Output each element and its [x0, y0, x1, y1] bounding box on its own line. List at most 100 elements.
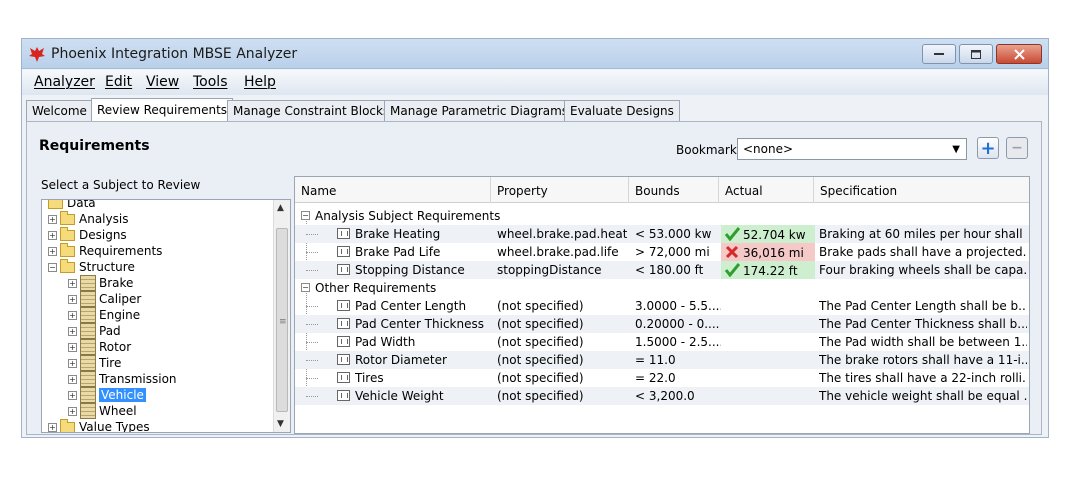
table-row[interactable]: Pad Width (not specified) 1.5000 - 2.5....…: [295, 333, 1029, 351]
menu-view[interactable]: View: [146, 74, 179, 90]
expand-icon[interactable]: +: [48, 214, 57, 224]
tree-connector: [306, 234, 318, 235]
minus-icon: −: [1011, 140, 1023, 156]
review-requirements-panel: Requirements Bookmark <none> ▼ + − Selec…: [26, 121, 1042, 435]
table-row[interactable]: Tires (not specified) = 22.0 The tires shal…: [295, 369, 1029, 387]
tree-item-data[interactable]: Data: [48, 200, 96, 211]
tab-welcome[interactable]: Welcome: [26, 100, 93, 122]
table-row[interactable]: Vehicle Weight (not specified) < 3,200.0 Th…: [295, 387, 1029, 405]
scroll-up-icon[interactable]: ▲: [277, 203, 284, 213]
expand-icon[interactable]: +: [68, 406, 77, 416]
table-row[interactable]: Brake Pad Life wheel.brake.pad.life > 72,0…: [295, 243, 1029, 261]
expand-icon[interactable]: +: [68, 278, 77, 288]
collapse-icon[interactable]: −: [301, 211, 310, 220]
table-row[interactable]: Pad Center Length (not specified) 3.0000 -…: [295, 297, 1029, 315]
cell-actual: 36,016 mi: [721, 243, 815, 261]
bookmark-select[interactable]: <none> ▼: [737, 138, 967, 160]
bookmark-select-value: <none>: [743, 142, 794, 156]
title-bar[interactable]: Phoenix Integration MBSE Analyzer: [22, 39, 1048, 69]
table-row[interactable]: Stopping Distance stoppingDistance < 180.0…: [295, 261, 1029, 279]
table-group-label: Other Requirements: [315, 281, 437, 295]
menu-analyzer[interactable]: Analyzer: [34, 74, 95, 90]
menu-bar: Analyzer Edit View Tools Help: [22, 70, 1048, 95]
add-bookmark-button[interactable]: +: [977, 137, 999, 159]
check-icon: [724, 263, 741, 278]
scroll-thumb[interactable]: ≡: [276, 228, 288, 412]
tab-evaluate-designs[interactable]: Evaluate Designs: [564, 100, 680, 122]
column-actual[interactable]: Actual: [719, 177, 814, 203]
tree-scrollbar[interactable]: ▲ ≡ ▼: [273, 200, 290, 432]
menu-edit[interactable]: Edit: [105, 74, 132, 90]
tree-item-tire[interactable]: + Tire: [68, 355, 121, 371]
tab-manage-constraint-blocks[interactable]: Manage Constraint Blocks: [227, 100, 396, 122]
requirement-icon: [337, 354, 350, 365]
app-window: Phoenix Integration MBSE Analyzer Analyz…: [21, 38, 1049, 438]
expand-icon[interactable]: +: [68, 390, 77, 400]
tree-item-designs[interactable]: + Designs: [48, 226, 127, 243]
remove-bookmark-button[interactable]: −: [1006, 137, 1028, 159]
requirements-table[interactable]: Name Property Bounds Actual Specificatio…: [294, 176, 1030, 434]
table-group-row[interactable]: − Analysis Subject Requirements: [295, 207, 1029, 225]
table-row[interactable]: Rotor Diameter (not specified) = 11.0 The b…: [295, 351, 1029, 369]
expand-icon[interactable]: +: [68, 294, 77, 304]
table-row[interactable]: Brake Heating wheel.brake.pad.heat < 53.00…: [295, 225, 1029, 243]
minimize-button[interactable]: [922, 44, 956, 64]
cell-property: (not specified): [497, 371, 584, 385]
expand-icon[interactable]: +: [68, 326, 77, 336]
tree-connector: [306, 342, 318, 343]
menu-help[interactable]: Help: [244, 74, 276, 90]
tree-item-label: Engine: [99, 308, 141, 322]
tab-review-requirements[interactable]: Review Requirements: [91, 98, 234, 123]
requirement-name: Pad Center Length: [355, 299, 467, 313]
menu-tools[interactable]: Tools: [193, 74, 228, 90]
column-bounds[interactable]: Bounds: [629, 177, 719, 203]
column-property[interactable]: Property: [491, 177, 629, 203]
tree-item-wheel[interactable]: + Wheel: [68, 403, 137, 419]
block-icon: [80, 371, 96, 387]
close-button[interactable]: [996, 44, 1042, 64]
collapse-icon[interactable]: −: [48, 262, 57, 272]
grip-icon: ≡: [279, 317, 287, 327]
tree-item-structure[interactable]: − Structure: [48, 258, 135, 275]
tree-item-caliper[interactable]: + Caliper: [68, 291, 141, 307]
tree-item-value-types[interactable]: + Value Types: [48, 418, 150, 432]
column-specification[interactable]: Specification: [814, 177, 1029, 203]
tree-item-vehicle[interactable]: + Vehicle: [68, 387, 146, 403]
expand-icon[interactable]: +: [48, 422, 57, 432]
cell-property: (not specified): [497, 335, 584, 349]
subject-tree[interactable]: Data + Analysis + Designs + Requirements − Struc…: [41, 199, 291, 433]
expand-icon[interactable]: +: [68, 310, 77, 320]
tree-item-analysis[interactable]: + Analysis: [48, 210, 128, 227]
tree-item-requirements[interactable]: + Requirements: [48, 242, 162, 259]
requirement-icon: [337, 246, 350, 257]
actual-value: 36,016 mi: [743, 246, 804, 260]
requirement-icon: [337, 228, 350, 239]
maximize-button[interactable]: [959, 44, 993, 64]
tree-item-label: Transmission: [99, 372, 177, 386]
cell-name: Brake Heating: [337, 227, 487, 241]
tree-item-pad[interactable]: + Pad: [68, 323, 121, 339]
requirement-icon: [337, 264, 350, 275]
table-group-row[interactable]: − Other Requirements: [295, 279, 1029, 297]
cell-name: Vehicle Weight: [337, 389, 487, 403]
collapse-icon[interactable]: −: [301, 283, 310, 292]
cell-specification: The brake rotors shall have a 11-i...: [819, 353, 1027, 367]
scroll-down-icon[interactable]: ▼: [277, 419, 284, 429]
expand-icon[interactable]: +: [68, 374, 77, 384]
requirement-name: Tires: [355, 371, 384, 385]
tree-item-brake[interactable]: + Brake: [68, 275, 133, 291]
column-name[interactable]: Name: [295, 177, 491, 203]
tree-item-rotor[interactable]: + Rotor: [68, 339, 131, 355]
expand-icon[interactable]: +: [68, 342, 77, 352]
tab-manage-parametric-diagrams[interactable]: Manage Parametric Diagrams: [384, 100, 575, 122]
requirements-heading: Requirements: [39, 138, 150, 154]
tree-item-engine[interactable]: + Engine: [68, 307, 140, 323]
table-row[interactable]: Pad Center Thickness (not specified) 0.200…: [295, 315, 1029, 333]
tree-item-label: Designs: [79, 228, 127, 242]
expand-icon[interactable]: +: [48, 230, 57, 240]
expand-icon[interactable]: +: [48, 246, 57, 256]
actual-value: 174.22 ft: [743, 264, 798, 278]
cell-bounds: 3.0000 - 5.5....: [635, 299, 721, 313]
tree-item-transmission[interactable]: + Transmission: [68, 371, 177, 387]
expand-icon[interactable]: +: [68, 358, 77, 368]
